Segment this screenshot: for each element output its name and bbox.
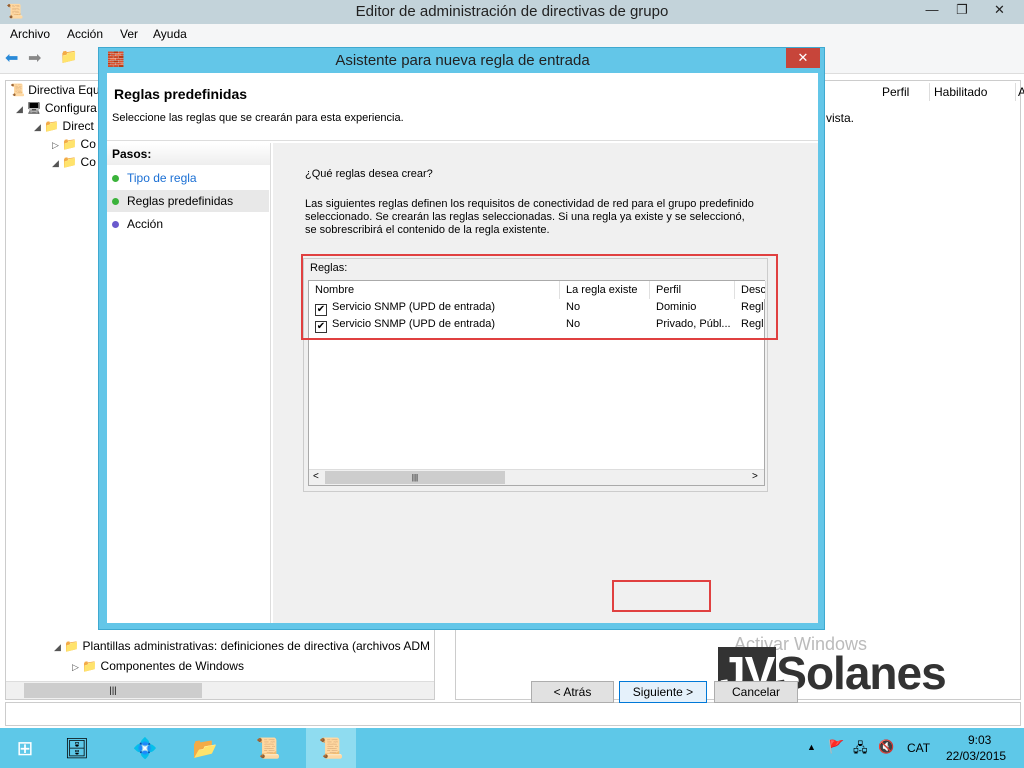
action-center-icon[interactable]: 🚩 <box>828 739 844 755</box>
step-accion: Acción <box>107 213 269 235</box>
volume-muted-icon[interactable]: 🔇 <box>878 739 894 755</box>
tree-item-componentes[interactable]: ▷ 📁 Componentes de Windows <box>72 659 244 673</box>
steps-pane: Pasos: Tipo de regla Reglas predefinidas… <box>107 143 271 623</box>
taskbar: ⊞ 🗄 💠 📂 📜 📜 ▲ 🚩 🖧 🔇 CAT 9:03 22/03/2015 <box>0 728 1024 768</box>
start-button[interactable]: ⊞ <box>0 728 50 768</box>
step-label: Tipo de regla <box>127 171 197 185</box>
close-button[interactable]: ✕ <box>977 0 1022 20</box>
tree-item-c2[interactable]: ◢ 📁 Co <box>52 155 96 169</box>
scrollbar-thumb[interactable]: ||| <box>24 683 202 698</box>
steps-label: Pasos: <box>107 143 270 165</box>
column-a[interactable]: A <box>1014 83 1024 101</box>
tree-label: Configura <box>44 101 97 115</box>
wizard-header: Reglas predefinidas Seleccione las regla… <box>107 73 818 141</box>
step-label: Reglas predefinidas <box>127 194 234 208</box>
column-habilitado[interactable]: Habilitado <box>930 83 1016 101</box>
gpo-editor-icon[interactable]: 📜 <box>306 728 356 768</box>
powershell-icon[interactable]: 💠 <box>120 728 170 768</box>
tree-label: Co <box>80 137 96 151</box>
step-reglas-predefinidas: Reglas predefinidas <box>107 190 269 212</box>
up-folder-icon[interactable]: 📁 <box>60 48 77 65</box>
column-perfil[interactable]: Perfil <box>878 83 930 101</box>
menu-accion[interactable]: Acción <box>67 27 103 41</box>
title-bar: 📜 Editor de administración de directivas… <box>0 0 1024 24</box>
network-icon[interactable]: 🖧 <box>853 739 868 761</box>
status-dot-icon <box>112 175 119 182</box>
back-button[interactable]: < Atrás <box>531 681 614 703</box>
tree-label: Componentes de Windows <box>100 659 244 673</box>
menu-ayuda[interactable]: Ayuda <box>153 27 187 41</box>
page-subtitle: Seleccione las reglas que se crearán par… <box>112 112 404 124</box>
menu-bar: Archivo Acción Ver Ayuda <box>0 24 1024 44</box>
minimize-button[interactable]: — <box>917 0 947 20</box>
tray-arrow-icon[interactable]: ▲ <box>807 742 816 752</box>
horizontal-scrollbar[interactable]: ||| <box>6 681 434 699</box>
status-dot-icon <box>112 221 119 228</box>
server-manager-icon[interactable]: 🗄 <box>52 728 102 768</box>
tree-label: Directiva Equ <box>28 83 100 97</box>
next-button[interactable]: Siguiente > <box>619 681 707 703</box>
tree-label: Plantillas administrativas: definiciones… <box>82 639 431 653</box>
language-indicator[interactable]: CAT <box>907 741 930 755</box>
window-title: Editor de administración de directivas d… <box>355 3 669 20</box>
clock-time[interactable]: 9:03 <box>968 733 991 747</box>
step-tipo-de-regla[interactable]: Tipo de regla <box>107 167 269 189</box>
forward-arrow-icon[interactable]: ➡ <box>28 48 41 68</box>
next-button-highlight <box>612 580 711 612</box>
back-arrow-icon[interactable]: ⬅ <box>5 48 18 68</box>
rules-highlight <box>301 254 778 340</box>
tree-label: Co <box>80 155 96 169</box>
scroll-right-icon[interactable]: > <box>752 471 758 482</box>
status-dot-icon <box>112 198 119 205</box>
tree-item-root[interactable]: 📜 Directiva Equ <box>10 83 100 97</box>
windows-icon: ⊞ <box>16 737 34 760</box>
gpo-tool-icon[interactable]: 📜 <box>243 728 293 768</box>
scrollbar-thumb[interactable]: ||| <box>325 471 505 484</box>
clock-date[interactable]: 22/03/2015 <box>946 749 1006 763</box>
tree-label: Direct <box>62 119 94 133</box>
scroll-left-icon[interactable]: < <box>313 471 319 482</box>
tree-item-config[interactable]: ◢ 🖥 Configura <box>16 101 97 115</box>
description-text: Las siguientes reglas definen los requis… <box>305 198 754 236</box>
page-title: Reglas predefinidas <box>114 86 248 102</box>
question-text: ¿Qué reglas desea crear? <box>305 168 433 180</box>
menu-ver[interactable]: Ver <box>120 27 138 41</box>
tree-item-direct[interactable]: ◢ 📁 Direct <box>34 119 94 133</box>
tree-item-plantillas[interactable]: ◢ 📁 Plantillas administrativas: definici… <box>54 639 434 653</box>
cancel-button[interactable]: Cancelar <box>714 681 798 703</box>
status-bar <box>5 702 1021 726</box>
file-explorer-icon[interactable]: 📂 <box>180 728 230 768</box>
dialog-close-button[interactable]: ✕ <box>786 48 820 68</box>
menu-archivo[interactable]: Archivo <box>10 27 50 41</box>
details-text: vista. <box>826 111 855 125</box>
dialog-title: Asistente para nueva regla de entrada <box>335 52 590 69</box>
restore-button[interactable]: ❐ <box>947 0 977 20</box>
tree-item-c1[interactable]: ▷ 📁 Co <box>52 137 96 151</box>
step-label: Acción <box>127 217 164 231</box>
list-horizontal-scrollbar[interactable]: < ||| > <box>309 469 764 485</box>
